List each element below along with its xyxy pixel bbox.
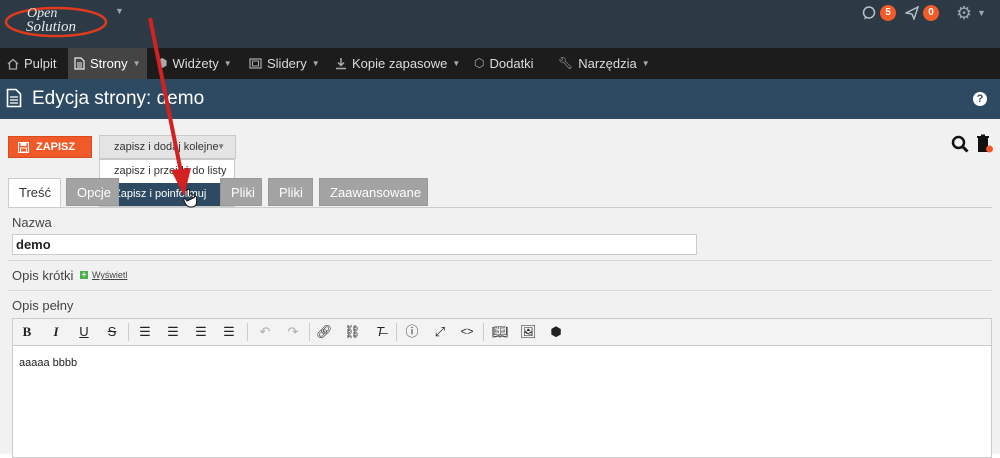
annotation-arrow <box>148 17 191 196</box>
hand-pointer-icon <box>183 188 197 208</box>
